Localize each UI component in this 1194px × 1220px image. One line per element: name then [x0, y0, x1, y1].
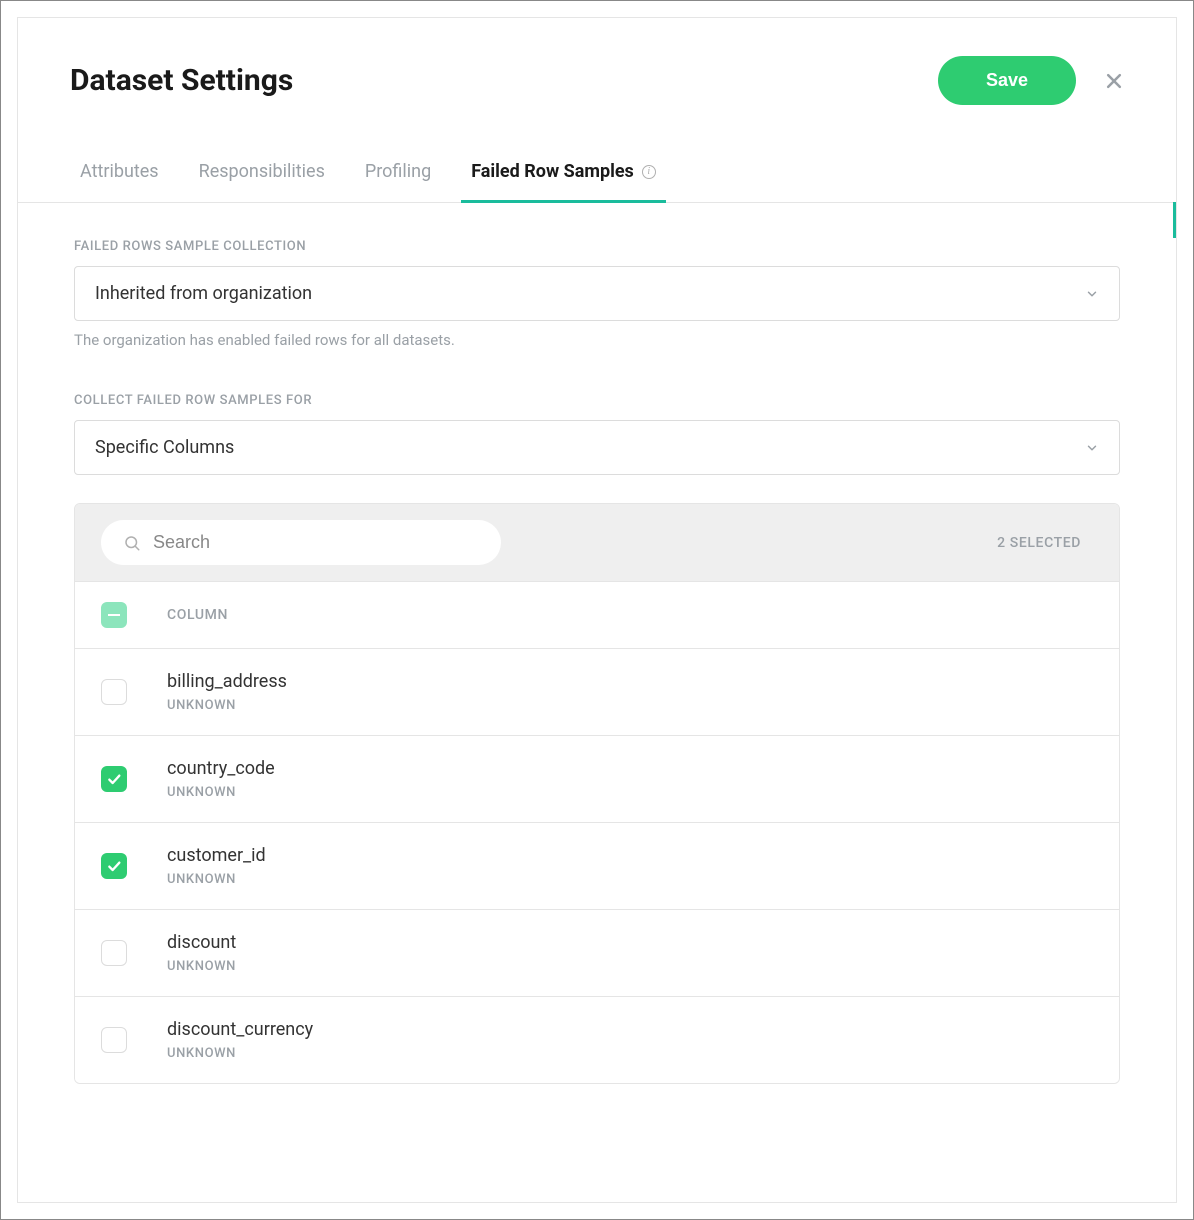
chevron-down-icon [1085, 287, 1099, 301]
row-checkbox[interactable] [101, 1027, 127, 1053]
check-icon [106, 771, 122, 787]
tab-label: Failed Row Samples [471, 161, 634, 182]
column-name: discount [167, 932, 236, 953]
row-checkbox[interactable] [101, 940, 127, 966]
column-type: UNKNOWN [167, 872, 266, 887]
column-name: customer_id [167, 845, 266, 866]
check-icon [106, 858, 122, 874]
collection-value: Inherited from organization [95, 283, 312, 304]
info-icon[interactable]: i [642, 165, 656, 179]
collect-for-label: COLLECT FAILED ROW SAMPLES FOR [74, 393, 1120, 408]
table-row: discount UNKNOWN [75, 909, 1119, 996]
row-checkbox[interactable] [101, 766, 127, 792]
collect-for-value: Specific Columns [95, 437, 234, 458]
page-title: Dataset Settings [70, 63, 293, 98]
tab-profiling[interactable]: Profiling [363, 161, 433, 202]
tab-responsibilities[interactable]: Responsibilities [197, 161, 327, 202]
search-icon [123, 534, 141, 552]
column-name: billing_address [167, 671, 287, 692]
collect-for-select[interactable]: Specific Columns [74, 420, 1120, 475]
table-row: discount_currency UNKNOWN [75, 996, 1119, 1083]
search-wrap[interactable] [101, 520, 501, 565]
tab-label: Profiling [365, 161, 431, 182]
column-name: country_code [167, 758, 275, 779]
tab-attributes[interactable]: Attributes [78, 161, 161, 202]
column-name: discount_currency [167, 1019, 313, 1040]
search-input[interactable] [153, 532, 479, 553]
tab-label: Attributes [80, 161, 159, 182]
save-button[interactable]: Save [938, 56, 1076, 105]
collection-label: FAILED ROWS SAMPLE COLLECTION [74, 239, 1120, 254]
tabs: Attributes Responsibilities Profiling Faile… [18, 161, 1176, 203]
row-checkbox[interactable] [101, 853, 127, 879]
close-icon[interactable] [1104, 71, 1124, 91]
select-all-checkbox[interactable] [101, 602, 127, 628]
collection-helper: The organization has enabled failed rows… [74, 331, 1120, 349]
row-checkbox[interactable] [101, 679, 127, 705]
tab-failed-row-samples[interactable]: Failed Row Samples i [469, 161, 658, 202]
chevron-down-icon [1085, 441, 1099, 455]
table-row: customer_id UNKNOWN [75, 822, 1119, 909]
columns-panel: 2 SELECTED COLUMN billing_address UNKNOWN… [74, 503, 1120, 1084]
scrollbar-accent [1173, 202, 1176, 238]
table-row: country_code UNKNOWN [75, 735, 1119, 822]
collection-select[interactable]: Inherited from organization [74, 266, 1120, 321]
column-type: UNKNOWN [167, 785, 275, 800]
table-row: billing_address UNKNOWN [75, 648, 1119, 735]
column-type: UNKNOWN [167, 959, 236, 974]
column-header: COLUMN [167, 607, 228, 623]
tab-label: Responsibilities [199, 161, 325, 182]
selected-count: 2 SELECTED [997, 535, 1093, 551]
column-type: UNKNOWN [167, 1046, 313, 1061]
column-type: UNKNOWN [167, 698, 287, 713]
